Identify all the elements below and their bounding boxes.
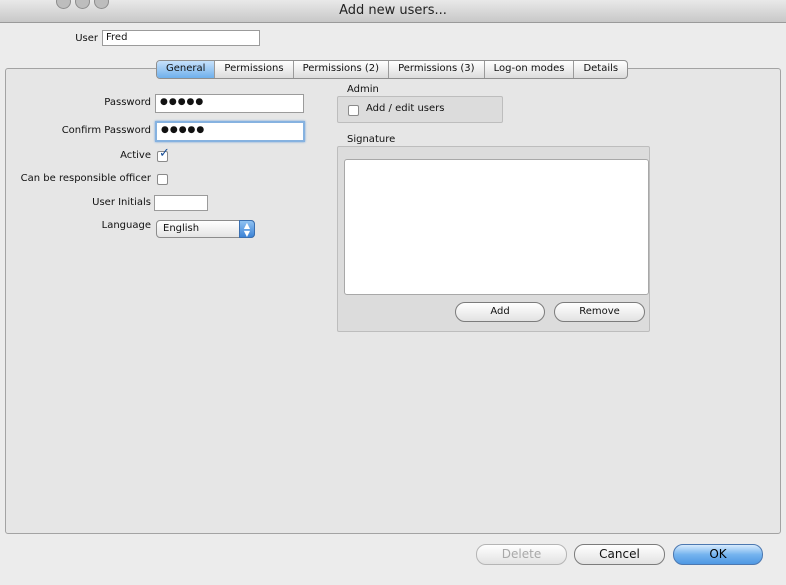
responsible-officer-label: Can be responsible officer [20,173,151,184]
window-controls[interactable] [56,0,113,17]
add-edit-users-label: Add / edit users [366,103,445,114]
tab-permissions[interactable]: Permissions [215,61,294,78]
language-selected-value: English [163,223,200,234]
active-checkbox[interactable]: ✓ [157,146,170,162]
confirm-password-label: Confirm Password [61,125,151,136]
tab-bar: General Permissions Permissions (2) Perm… [156,60,629,79]
active-label: Active [120,150,151,161]
zoom-window-icon[interactable] [94,0,109,9]
tab-permissions-2[interactable]: Permissions (2) [294,61,390,78]
signature-area[interactable] [344,159,649,295]
updown-arrows-icon: ▲ ▼ [239,220,255,238]
signature-add-button[interactable]: Add [455,302,545,322]
checkmark-icon: ✓ [159,146,170,161]
signature-remove-button[interactable]: Remove [554,302,645,322]
confirm-password-field[interactable]: ●●●●● [155,121,305,142]
user-name-field[interactable]: Fred [102,30,260,46]
password-field[interactable]: ●●●●● [155,94,304,113]
tab-general[interactable]: General [157,61,216,78]
delete-button[interactable]: Delete [476,544,567,565]
password-label: Password [104,97,151,108]
responsible-officer-checkbox[interactable] [157,174,168,185]
admin-group-title: Admin [347,84,379,95]
language-label: Language [101,220,151,231]
cancel-button[interactable]: Cancel [574,544,665,565]
signature-group-title: Signature [347,134,396,145]
user-initials-field[interactable] [154,195,208,211]
ok-button[interactable]: OK [673,544,763,565]
user-initials-label: User Initials [92,197,151,208]
close-window-icon[interactable] [56,0,71,9]
language-select[interactable]: English ▲ ▼ [156,220,255,238]
add-edit-users-checkbox[interactable] [348,105,359,116]
window-title: Add new users... [339,3,447,18]
user-label: User [75,33,98,44]
tab-permissions-3[interactable]: Permissions (3) [389,61,485,78]
window-title-bar: Add new users... [0,0,786,23]
tab-log-on-modes[interactable]: Log-on modes [485,61,575,78]
minimize-window-icon[interactable] [75,0,90,9]
tab-details[interactable]: Details [574,61,627,78]
